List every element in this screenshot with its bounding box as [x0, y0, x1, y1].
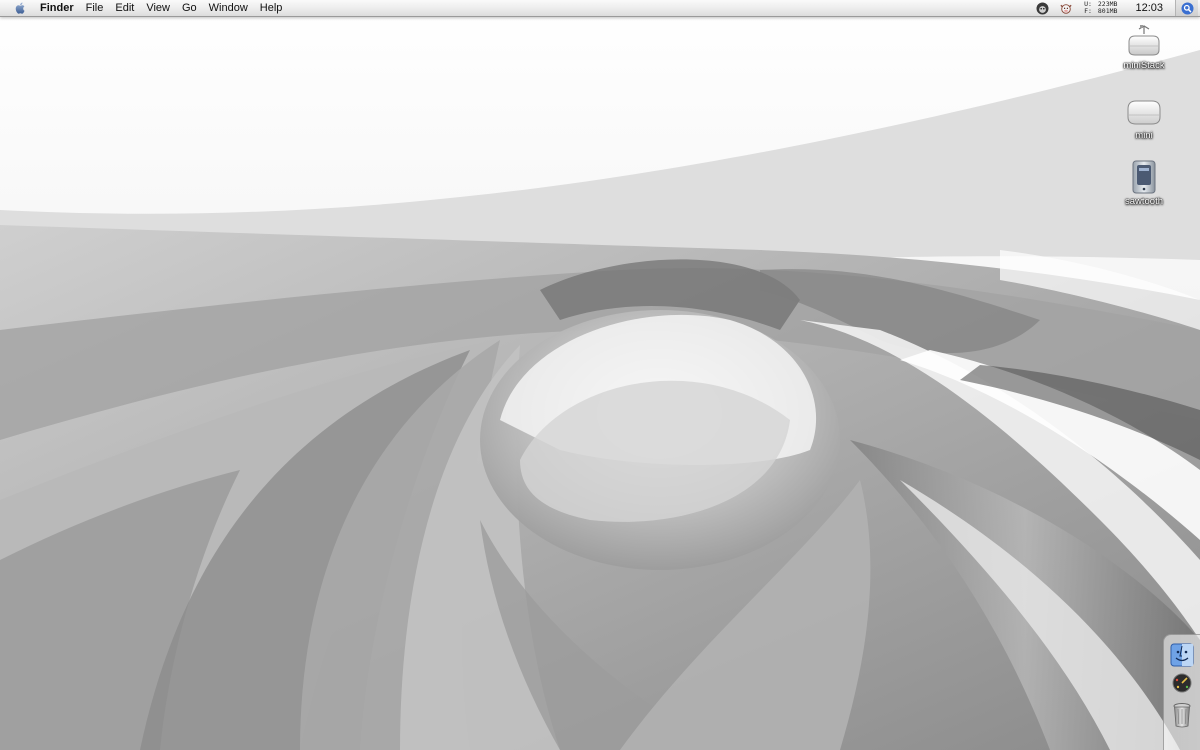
menu-clock[interactable]: 12:03: [1135, 2, 1163, 14]
menu-help[interactable]: Help: [254, 0, 289, 16]
desktop-icon-label: miniStack: [1123, 60, 1165, 71]
hard-drive-icon: [1124, 94, 1164, 128]
menu-bar: Finder File Edit View Go Window Help U: …: [0, 0, 1200, 17]
dashboard-icon[interactable]: [1168, 669, 1196, 697]
menu-app-finder[interactable]: Finder: [40, 0, 80, 16]
finder-icon[interactable]: [1168, 641, 1196, 669]
desktop-icon-sawtooth[interactable]: sawtooth: [1104, 160, 1184, 207]
desktop-screen: Finder File Edit View Go Window Help U: …: [0, 0, 1200, 750]
desktop-icon-label: mini: [1135, 130, 1153, 141]
menu-edit[interactable]: Edit: [109, 0, 140, 16]
monkey-icon[interactable]: [1035, 1, 1049, 15]
memory-free-label: F:: [1084, 7, 1092, 15]
desktop-icon-mini[interactable]: mini: [1104, 94, 1184, 141]
spotlight-icon[interactable]: [1175, 0, 1198, 16]
memory-monitor[interactable]: U: F: 223MB 801MB: [1084, 1, 1117, 15]
menu-go[interactable]: Go: [176, 0, 203, 16]
cow-icon[interactable]: [1059, 1, 1073, 15]
desktop-icon-label: sawtooth: [1124, 196, 1164, 207]
memory-free-value: 801MB: [1097, 7, 1118, 15]
menu-window[interactable]: Window: [203, 0, 254, 16]
power-mac-g4-icon: [1124, 160, 1164, 194]
desktop-wallpaper: [0, 0, 1200, 750]
apple-menu-icon[interactable]: [0, 0, 40, 16]
dock: [1163, 634, 1200, 750]
menu-view[interactable]: View: [140, 0, 176, 16]
menu-file[interactable]: File: [80, 0, 110, 16]
trash-icon[interactable]: [1168, 701, 1196, 729]
external-drive-icon: [1124, 24, 1164, 58]
menu-extras: U: F: 223MB 801MB 12:03: [1030, 0, 1200, 16]
desktop-icon-ministack[interactable]: miniStack: [1104, 24, 1184, 71]
